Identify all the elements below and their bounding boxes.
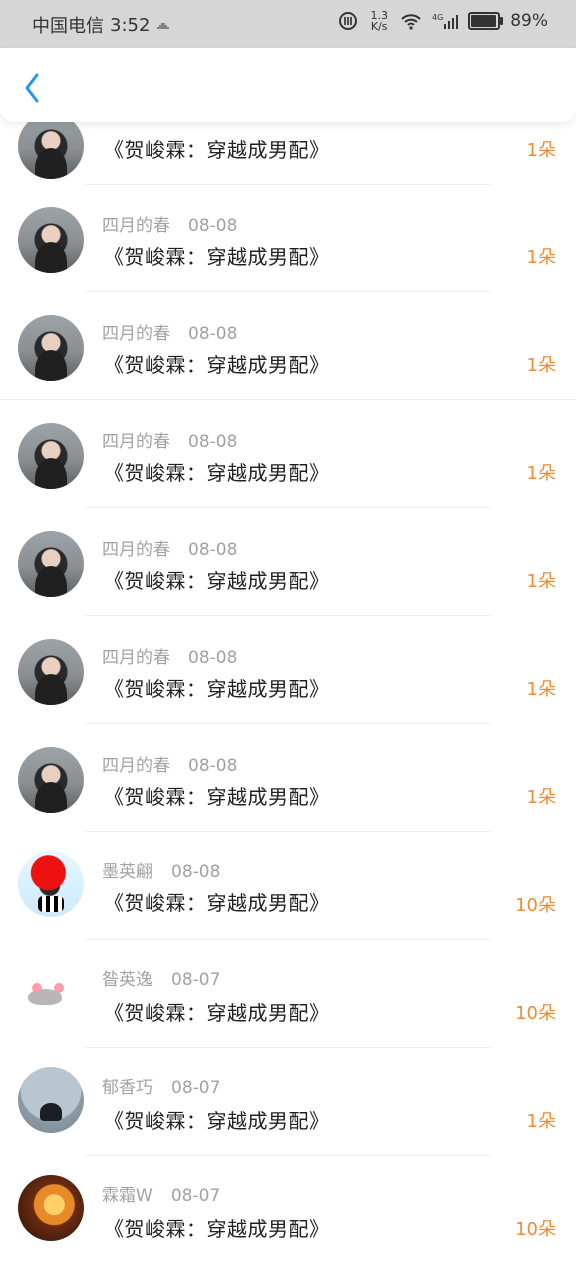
divider <box>84 1155 492 1156</box>
gift-date: 08-08 <box>171 862 221 882</box>
avatar <box>18 1067 84 1133</box>
meta-row: 郁香巧 08-07 <box>102 1073 220 1098</box>
user-name: 四月的春 <box>102 756 170 776</box>
divider <box>84 939 492 940</box>
gift-date: 08-08 <box>188 216 238 236</box>
list-item[interactable]: 四月的春 08-08 《贺峻霖：穿越成男配》 1朵 <box>0 509 576 616</box>
gift-amount: 10朵 <box>515 1219 556 1240</box>
avatar <box>18 113 84 179</box>
gift-amount: 1朵 <box>526 679 556 700</box>
list-item[interactable]: 四月的春 08-08 《贺峻霖：穿越成男配》 1朵 <box>0 401 576 508</box>
work-title: 《贺峻霖：穿越成男配》 <box>104 138 330 162</box>
user-name: 霖霜W <box>102 1186 153 1206</box>
gift-amount: 10朵 <box>515 1003 556 1024</box>
avatar <box>18 1175 84 1241</box>
avatar <box>18 315 84 381</box>
work-title: 《贺峻霖：穿越成男配》 <box>104 1001 330 1025</box>
avatar <box>18 851 84 917</box>
avatar <box>18 639 84 705</box>
divider <box>84 615 492 616</box>
work-title: 《贺峻霖：穿越成男配》 <box>104 677 330 701</box>
list-item[interactable]: 郁香巧 08-07 《贺峻霖：穿越成男配》 1朵 <box>0 1049 576 1156</box>
gift-record-list[interactable]: 《贺峻霖：穿越成男配》 1朵 四月的春 08-08 《贺峻霖：穿越成男配》 1朵… <box>0 0 576 1280</box>
gift-amount: 1朵 <box>526 355 556 376</box>
list-item[interactable]: 昝英逸 08-07 《贺峻霖：穿越成男配》 10朵 <box>0 941 576 1048</box>
work-title: 《贺峻霖：穿越成男配》 <box>104 461 330 485</box>
gift-date: 08-07 <box>171 970 221 990</box>
avatar <box>18 963 84 1029</box>
gift-date: 08-08 <box>188 756 238 776</box>
gift-amount: 10朵 <box>515 895 556 916</box>
divider <box>84 723 492 724</box>
list-item[interactable]: 霖霜W 08-07 《贺峻霖：穿越成男配》 10朵 <box>0 1157 576 1264</box>
gift-amount: 1朵 <box>526 247 556 268</box>
gift-date: 08-08 <box>188 540 238 560</box>
divider <box>0 399 576 400</box>
user-name: 四月的春 <box>102 432 170 452</box>
top-app-bar <box>0 48 576 122</box>
divider <box>84 831 492 832</box>
gift-amount: 1朵 <box>526 463 556 484</box>
user-name: 昝英逸 <box>102 970 153 990</box>
work-title: 《贺峻霖：穿越成男配》 <box>104 1109 330 1133</box>
divider <box>84 1047 492 1048</box>
avatar <box>18 423 84 489</box>
meta-row: 墨英翩 08-08 <box>102 857 220 882</box>
gift-date: 08-07 <box>170 1186 221 1206</box>
gift-date: 08-07 <box>171 1078 221 1098</box>
user-name: 四月的春 <box>102 216 170 236</box>
work-title: 《贺峻霖：穿越成男配》 <box>104 891 330 915</box>
meta-row: 四月的春 08-08 <box>102 751 237 776</box>
user-name: 四月的春 <box>102 324 170 344</box>
list-item[interactable]: 四月的春 08-08 《贺峻霖：穿越成男配》 1朵 <box>0 185 576 292</box>
list-item[interactable]: 四月的春 08-08 《贺峻霖：穿越成男配》 1朵 <box>0 617 576 724</box>
user-name: 郁香巧 <box>102 1078 153 1098</box>
work-title: 《贺峻霖：穿越成男配》 <box>104 1217 330 1241</box>
back-button[interactable] <box>16 68 48 108</box>
work-title: 《贺峻霖：穿越成男配》 <box>104 785 330 809</box>
meta-row: 霖霜W 08-07 <box>102 1181 220 1206</box>
chevron-left-icon <box>25 73 39 103</box>
list-item[interactable]: 四月的春 08-08 《贺峻霖：穿越成男配》 1朵 <box>0 725 576 832</box>
meta-row: 四月的春 08-08 <box>102 535 237 560</box>
gift-date: 08-08 <box>188 648 238 668</box>
work-title: 《贺峻霖：穿越成男配》 <box>104 353 330 377</box>
list-item[interactable]: 墨英翩 08-08 《贺峻霖：穿越成男配》 10朵 <box>0 833 576 940</box>
user-name: 墨英翩 <box>102 862 153 882</box>
list-item[interactable]: 四月的春 08-08 《贺峻霖：穿越成男配》 1朵 <box>0 293 576 400</box>
gift-date: 08-08 <box>188 324 238 344</box>
gift-amount: 1朵 <box>526 571 556 592</box>
work-title: 《贺峻霖：穿越成男配》 <box>104 569 330 593</box>
divider <box>84 291 492 292</box>
meta-row: 四月的春 08-08 <box>102 643 237 668</box>
work-title: 《贺峻霖：穿越成男配》 <box>104 245 330 269</box>
meta-row: 四月的春 08-08 <box>102 211 237 236</box>
meta-row: 四月的春 08-08 <box>102 427 237 452</box>
avatar <box>18 207 84 273</box>
avatar <box>18 747 84 813</box>
gift-amount: 1朵 <box>526 140 556 161</box>
meta-row: 昝英逸 08-07 <box>102 965 220 990</box>
gift-date: 08-08 <box>188 432 238 452</box>
gift-amount: 1朵 <box>526 1111 556 1132</box>
meta-row: 四月的春 08-08 <box>102 319 237 344</box>
divider <box>84 507 492 508</box>
gift-amount: 1朵 <box>526 787 556 808</box>
user-name: 四月的春 <box>102 648 170 668</box>
user-name: 四月的春 <box>102 540 170 560</box>
avatar <box>18 531 84 597</box>
